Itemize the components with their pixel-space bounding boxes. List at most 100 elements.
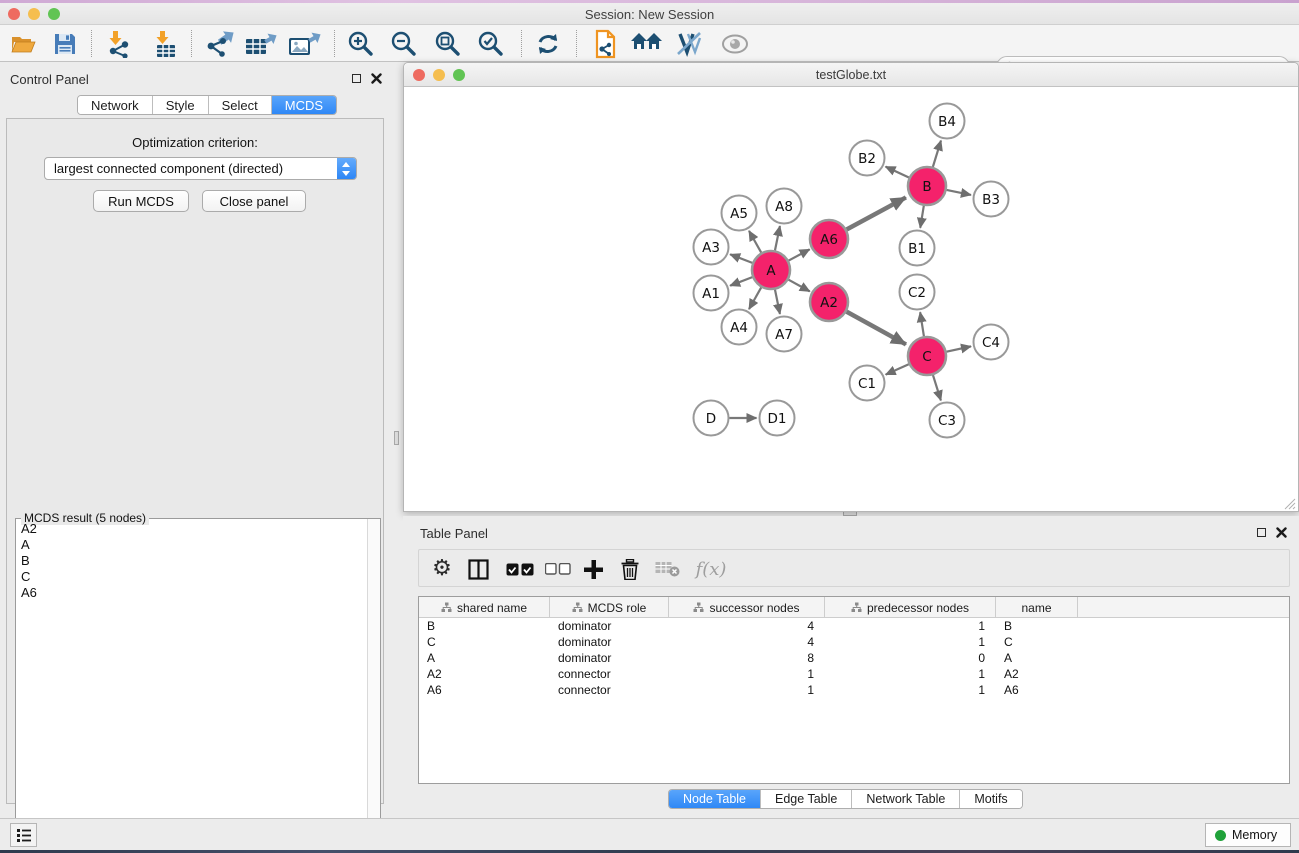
edge-A-A7[interactable]	[775, 290, 780, 314]
table-cell[interactable]: B	[419, 618, 550, 634]
node-B3[interactable]: B3	[974, 182, 1009, 217]
node-D[interactable]: D	[694, 401, 729, 436]
edge-A-A4[interactable]	[749, 287, 761, 309]
column-header-MCDS-role[interactable]: MCDS role	[550, 597, 669, 618]
edge-A-A2[interactable]	[789, 280, 810, 292]
mcds-result-item[interactable]: A	[17, 536, 365, 552]
tab-style[interactable]: Style	[153, 96, 209, 114]
table-cell[interactable]: 4	[669, 618, 825, 634]
node-A6[interactable]: A6	[810, 220, 848, 258]
main-titlebar[interactable]: Session: New Session	[0, 3, 1299, 25]
table-cell[interactable]: dominator	[550, 618, 669, 634]
float-panel-icon[interactable]	[1257, 528, 1266, 537]
edge-C-C3[interactable]	[933, 375, 941, 400]
tab-select[interactable]: Select	[209, 96, 272, 114]
window-resize-grip[interactable]	[1282, 496, 1296, 510]
node-C3[interactable]: C3	[930, 403, 965, 438]
edge-A-A6[interactable]	[789, 249, 810, 260]
node-A[interactable]: A	[752, 251, 790, 289]
edge-A2-C[interactable]	[847, 312, 906, 345]
network-from-document-icon[interactable]	[589, 29, 623, 59]
zoom-in-icon[interactable]	[344, 29, 378, 59]
edge-C-C2[interactable]	[920, 312, 924, 336]
table-cell[interactable]: 0	[825, 650, 996, 666]
table-cell[interactable]: dominator	[550, 634, 669, 650]
edge-A6-B[interactable]	[847, 197, 906, 229]
eye-icon[interactable]	[718, 29, 752, 59]
export-table-icon[interactable]	[244, 29, 278, 59]
node-A5[interactable]: A5	[722, 196, 757, 231]
mcds-result-item[interactable]: A6	[17, 584, 365, 600]
table-cell[interactable]: C	[996, 634, 1078, 650]
edge-C-C1[interactable]	[886, 364, 909, 374]
table-cell[interactable]: 1	[825, 666, 996, 682]
deselect-all-icon[interactable]	[541, 554, 575, 584]
column-header-predecessor-nodes[interactable]: predecessor nodes	[825, 597, 996, 618]
import-table-icon[interactable]	[149, 29, 183, 59]
table-cell[interactable]: A2	[419, 666, 550, 682]
table-cell[interactable]: C	[419, 634, 550, 650]
tab-edge-table[interactable]: Edge Table	[761, 790, 852, 808]
save-icon[interactable]	[48, 29, 82, 59]
export-network-icon[interactable]	[203, 29, 237, 59]
memory-button[interactable]: Memory	[1205, 823, 1291, 847]
mcds-result-item[interactable]: B	[17, 552, 365, 568]
node-C4[interactable]: C4	[974, 325, 1009, 360]
add-column-icon[interactable]	[577, 554, 609, 584]
table-cell[interactable]: A6	[419, 682, 550, 698]
node-A7[interactable]: A7	[767, 317, 802, 352]
node-C[interactable]: C	[908, 337, 946, 375]
table-cell[interactable]: A	[419, 650, 550, 666]
node-A4[interactable]: A4	[722, 310, 757, 345]
node-A8[interactable]: A8	[767, 189, 802, 224]
table-row[interactable]: A2connector11A2	[419, 666, 1289, 682]
mcds-result-item[interactable]: C	[17, 568, 365, 584]
table-cell[interactable]: 1	[825, 634, 996, 650]
table-cell[interactable]: 1	[825, 618, 996, 634]
tab-motifs[interactable]: Motifs	[960, 790, 1021, 808]
table-cell[interactable]: connector	[550, 682, 669, 698]
hide-graphics-details-icon[interactable]	[672, 29, 706, 59]
node-B4[interactable]: B4	[930, 104, 965, 139]
refresh-icon[interactable]	[531, 29, 565, 59]
node-B2[interactable]: B2	[850, 141, 885, 176]
float-panel-icon[interactable]	[352, 74, 361, 83]
edge-A-A3[interactable]	[730, 254, 752, 263]
edge-A-A5[interactable]	[749, 231, 761, 253]
close-panel-icon[interactable]	[1276, 527, 1287, 538]
edge-A-A8[interactable]	[775, 226, 780, 250]
edge-B-B4[interactable]	[933, 141, 941, 167]
column-header-name[interactable]: name	[996, 597, 1078, 618]
zoom-selected-icon[interactable]	[474, 29, 508, 59]
zoom-out-icon[interactable]	[387, 29, 421, 59]
table-cell[interactable]: B	[996, 618, 1078, 634]
column-header-shared-name[interactable]: shared name	[419, 597, 550, 618]
table-cell[interactable]: 1	[669, 682, 825, 698]
column-header-successor-nodes[interactable]: successor nodes	[669, 597, 825, 618]
edge-B-B2[interactable]	[886, 167, 909, 178]
criterion-dropdown[interactable]: largest connected component (directed)	[44, 157, 357, 180]
tab-mcds[interactable]: MCDS	[272, 96, 336, 114]
network-window-titlebar[interactable]: testGlobe.txt	[404, 63, 1298, 87]
table-row[interactable]: Bdominator41B	[419, 618, 1289, 634]
table-cell[interactable]: 8	[669, 650, 825, 666]
table-row[interactable]: Cdominator41C	[419, 634, 1289, 650]
table-cell[interactable]: dominator	[550, 650, 669, 666]
tab-network[interactable]: Network	[78, 96, 153, 114]
mcds-result-item[interactable]: A2	[17, 520, 365, 536]
edge-A-A1[interactable]	[730, 277, 752, 286]
table-cell[interactable]: connector	[550, 666, 669, 682]
node-D1[interactable]: D1	[760, 401, 795, 436]
table-cell[interactable]: 1	[825, 682, 996, 698]
node-C1[interactable]: C1	[850, 366, 885, 401]
tab-node-table[interactable]: Node Table	[669, 790, 761, 808]
table-cell[interactable]: A6	[996, 682, 1078, 698]
select-all-icon[interactable]	[503, 554, 537, 584]
table-cell[interactable]: A2	[996, 666, 1078, 682]
open-folder-icon[interactable]	[6, 29, 40, 59]
edge-C-C4[interactable]	[947, 346, 971, 351]
task-history-button[interactable]	[10, 823, 37, 847]
table-row[interactable]: Adominator80A	[419, 650, 1289, 666]
table-cell[interactable]: A	[996, 650, 1078, 666]
settings-gear-icon[interactable]: ⚙	[427, 554, 457, 584]
